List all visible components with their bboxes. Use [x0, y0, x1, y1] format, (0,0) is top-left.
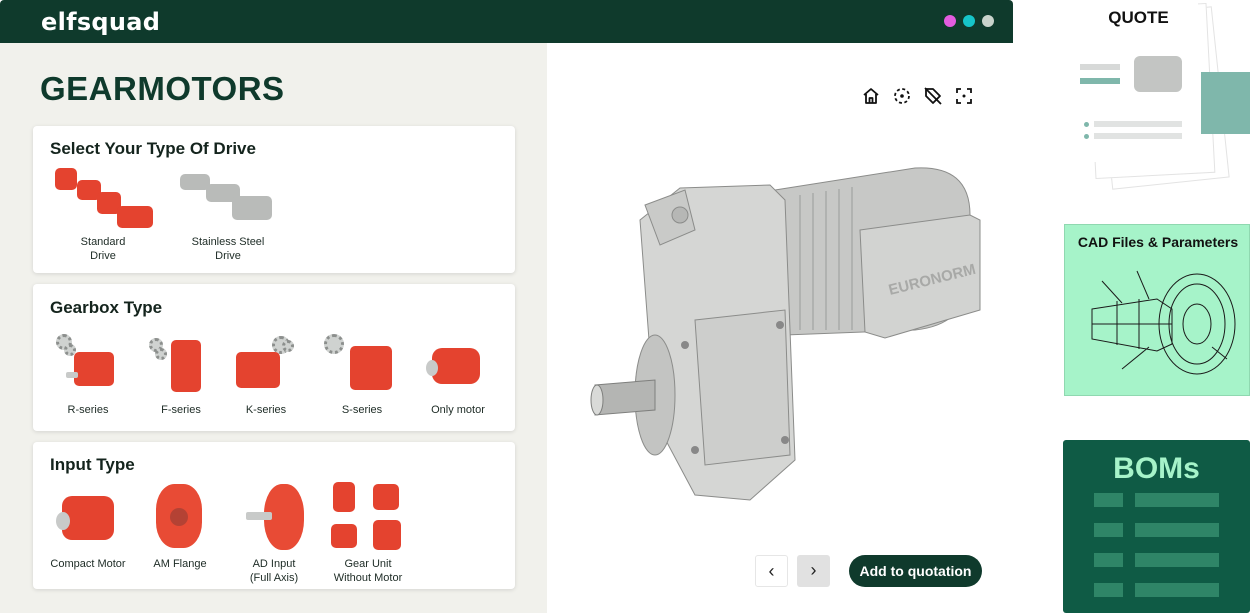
ad-input-image [234, 484, 314, 556]
bom-cell [1135, 553, 1219, 567]
tag-off-icon[interactable] [923, 86, 943, 106]
option-am-flange[interactable]: AM Flange [140, 484, 220, 570]
bom-cell [1135, 493, 1219, 507]
option-label: Drive [90, 250, 116, 262]
option-label: AM Flange [153, 558, 207, 570]
window-dot-gray [982, 15, 994, 27]
option-compact-motor[interactable]: Compact Motor [48, 484, 128, 570]
page-title: GEARMOTORS [40, 70, 285, 107]
option-label: F-series [161, 404, 201, 416]
compact-motor-image [48, 484, 128, 556]
option-stainless-drive[interactable]: Stainless Steel Drive [173, 166, 283, 262]
app-header: elfsquad [0, 0, 1013, 43]
option-label: Only motor [431, 404, 485, 416]
option-label: Stainless Steel [191, 236, 265, 248]
option-s-series[interactable]: S-series [322, 332, 402, 416]
stainless-drive-image [174, 166, 282, 234]
gearmotor-3d-model[interactable]: EURONORM [585, 160, 985, 505]
gear-unit-image [323, 482, 413, 556]
stage: elfsquad GEARMOTORS Select Your Type Of … [0, 0, 1250, 613]
gearbox-card-title: Gearbox Type [50, 298, 163, 317]
option-k-series[interactable]: K-series [226, 332, 306, 416]
option-label: Compact Motor [50, 558, 126, 570]
bom-cell [1094, 523, 1123, 537]
option-f-series[interactable]: F-series [141, 332, 221, 416]
option-label: AD Input [252, 558, 296, 570]
boms-panel: BOMs [1063, 440, 1250, 613]
am-flange-image [140, 484, 220, 556]
fullscreen-icon[interactable] [954, 86, 974, 106]
bom-cell [1094, 493, 1123, 507]
option-ad-input[interactable]: AD Input (Full Axis) [234, 484, 314, 584]
next-button[interactable]: › [797, 555, 830, 587]
only-motor-image [418, 332, 498, 402]
bom-cell [1135, 523, 1219, 537]
drive-card-title: Select Your Type Of Drive [50, 139, 256, 158]
input-card: Input Type Compact Motor AM Flange AD In… [33, 442, 515, 589]
home-icon[interactable] [861, 86, 881, 106]
quote-product-image [1134, 56, 1182, 92]
option-label: Gear Unit [344, 558, 392, 570]
drive-card: Select Your Type Of Drive Standard Drive… [33, 126, 515, 273]
quote-title: QUOTE [1108, 8, 1169, 27]
bom-cell [1135, 583, 1219, 597]
option-label: Drive [215, 250, 241, 262]
focus-icon[interactable] [892, 86, 912, 106]
quote-panel [1063, 0, 1250, 200]
r-series-image [48, 332, 128, 402]
k-series-image [226, 332, 306, 402]
option-label: R-series [67, 404, 109, 416]
standard-drive-image [49, 166, 157, 234]
cad-title: CAD Files & Parameters [1077, 234, 1239, 250]
window-dot-cyan [963, 15, 975, 27]
add-to-quotation-button[interactable]: Add to quotation [849, 555, 982, 587]
option-gear-unit[interactable]: Gear Unit Without Motor [323, 482, 413, 584]
s-series-image [322, 332, 402, 402]
option-r-series[interactable]: R-series [48, 332, 128, 416]
option-standard-drive[interactable]: Standard Drive [49, 166, 157, 262]
cad-drawing [1091, 270, 1236, 375]
logo: elfsquad [41, 8, 161, 36]
cad-panel: CAD Files & Parameters [1064, 224, 1250, 396]
option-label: K-series [245, 404, 287, 416]
bom-cell [1094, 553, 1123, 567]
signature-card [1201, 72, 1250, 134]
gearbox-card: Gearbox Type R-series F-series K-series … [33, 284, 515, 431]
f-series-image [141, 332, 221, 402]
input-card-title: Input Type [50, 455, 135, 474]
option-label: Standard [80, 236, 126, 248]
option-label: S-series [341, 404, 383, 416]
boms-title: BOMs [1113, 452, 1200, 485]
option-label: (Full Axis) [249, 572, 299, 584]
window-dot-pink [944, 15, 956, 27]
bom-cell [1094, 583, 1123, 597]
prev-button[interactable]: ‹ [755, 555, 788, 587]
option-label: Without Motor [333, 572, 403, 584]
option-only-motor[interactable]: Only motor [418, 332, 498, 416]
